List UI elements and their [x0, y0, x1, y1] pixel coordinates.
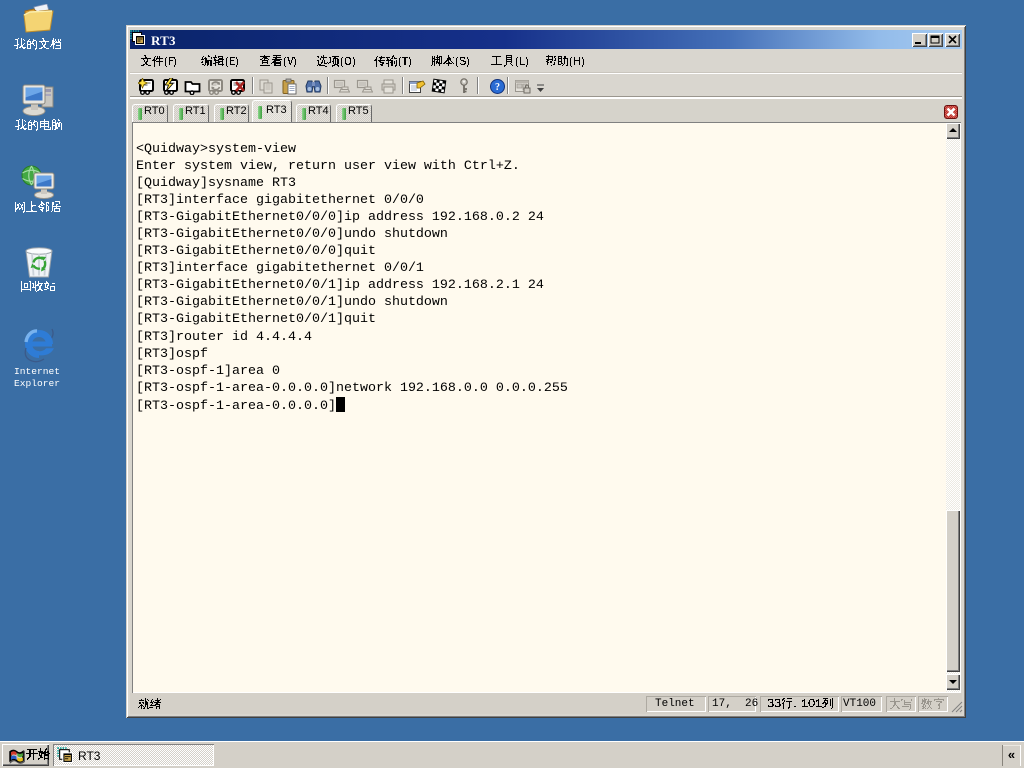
- svg-text:?: ?: [495, 82, 500, 93]
